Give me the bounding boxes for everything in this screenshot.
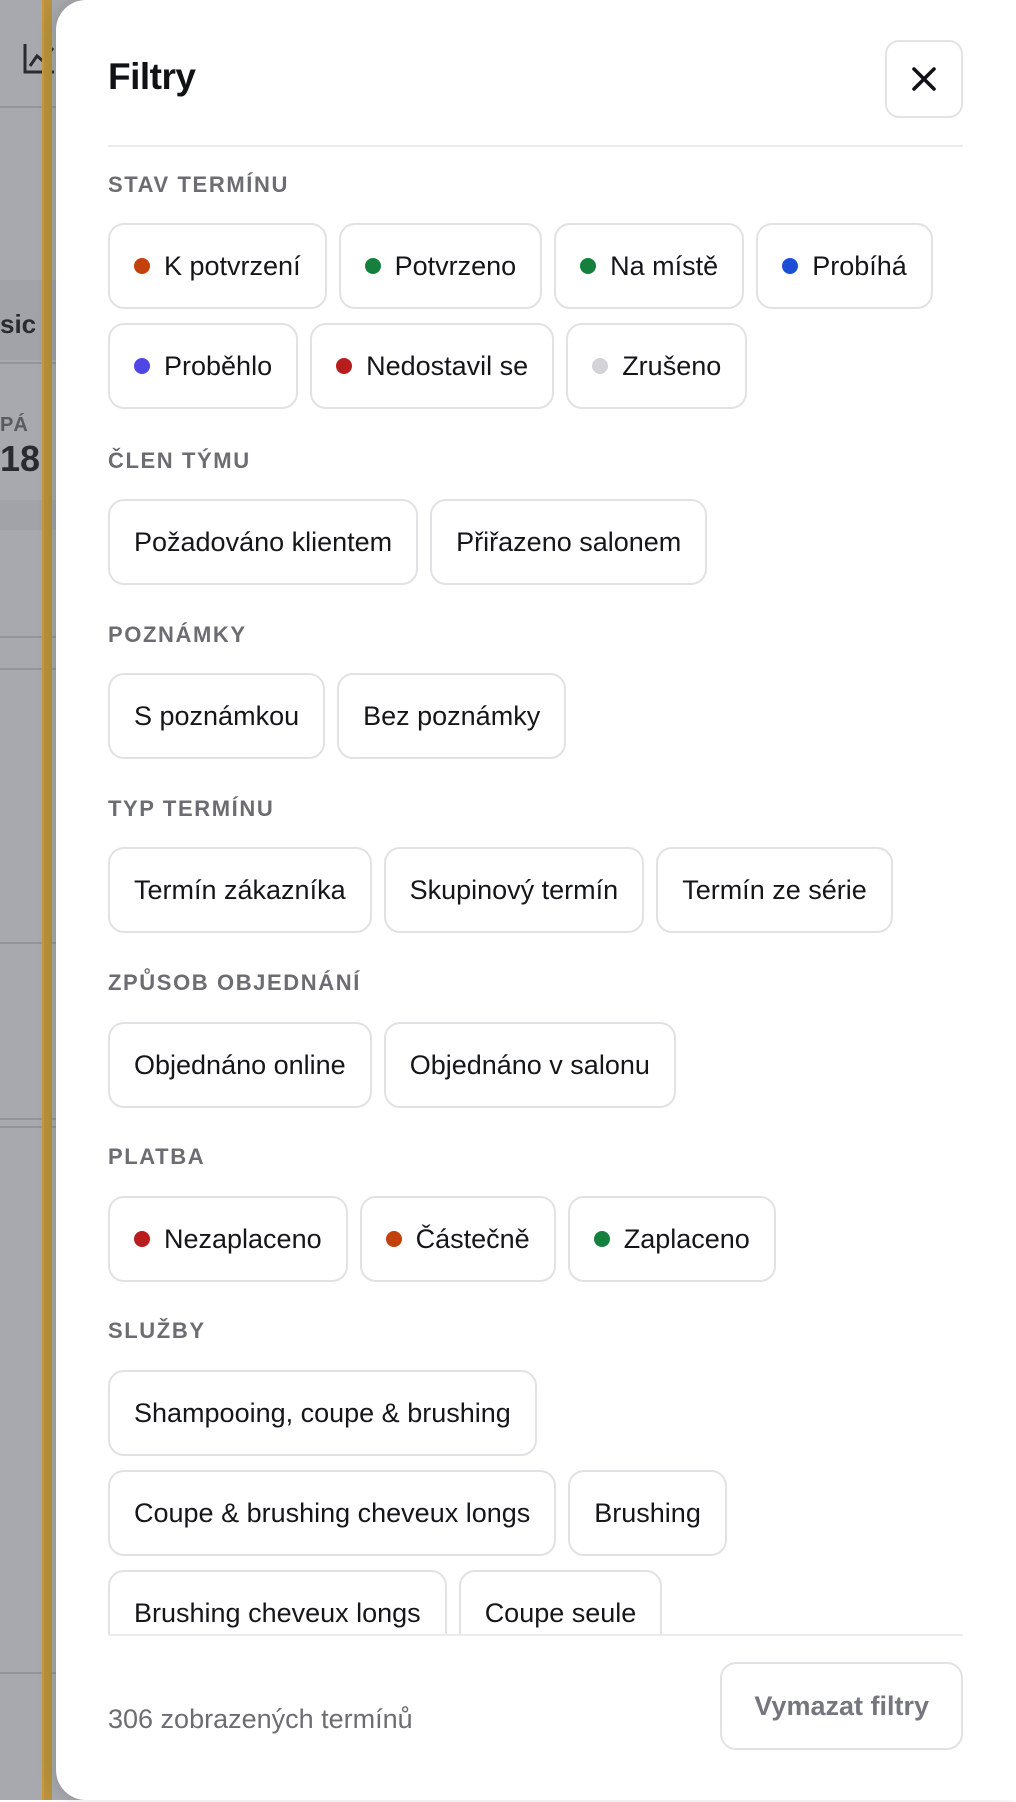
section-title: POZNÁMKY	[108, 622, 247, 647]
filter-chip[interactable]: Termín zákazníka	[108, 847, 372, 933]
close-icon	[912, 67, 936, 91]
filter-chip-row: Brushing cheveux longs Coupe seule	[108, 1570, 663, 1634]
status-dot-icon	[592, 358, 609, 374]
status-dot-icon	[134, 1231, 150, 1247]
filter-chip[interactable]: Coupe & brushing cheveux longs	[108, 1470, 557, 1556]
clear-filters-button[interactable]: Vymazat filtry	[720, 1662, 963, 1750]
status-dot-icon	[385, 1231, 402, 1247]
filter-chip-label: Bez poznámky	[363, 700, 541, 731]
filter-chip-row: Proběhlo Nedostavil se Zrušeno	[108, 323, 748, 409]
filter-chip-label: Coupe & brushing cheveux longs	[134, 1497, 531, 1528]
filter-chip-row: Shampooing, coupe & brushing	[108, 1370, 537, 1456]
filter-chip[interactable]: S poznámkou	[108, 673, 326, 759]
filter-chip[interactable]: Zaplaceno	[567, 1196, 776, 1282]
section-title: TYP TERMÍNU	[108, 796, 275, 821]
filter-chip-row: Objednáno online Objednáno v salonu	[108, 1022, 676, 1108]
filter-chip-label: Termín zákazníka	[134, 874, 346, 905]
status-dot-icon	[782, 258, 799, 274]
filter-chip-row: Požadováno klientem Přiřazeno salonem	[108, 499, 708, 585]
section-title: ČLEN TÝMU	[108, 448, 251, 473]
filter-chip[interactable]: Na místě	[554, 223, 745, 309]
filter-chip-label: Shampooing, coupe & brushing	[134, 1397, 511, 1428]
filter-chip-label: Termín ze série	[682, 874, 867, 905]
filter-chip[interactable]: Termín ze série	[656, 847, 893, 933]
filter-chip[interactable]: K potvrzení	[108, 223, 327, 309]
filter-chip[interactable]: Objednáno v salonu	[383, 1022, 676, 1108]
filter-chip-label: Objednáno online	[134, 1049, 346, 1080]
filter-chip-row: Termín zákazníka Skupinový termín Termín z…	[108, 847, 893, 933]
filter-chip[interactable]: Skupinový termín	[383, 847, 645, 933]
filter-chip-label: Proběhlo	[164, 350, 273, 381]
filter-chip-label: Přiřazeno salonem	[456, 526, 682, 557]
status-dot-icon	[336, 358, 353, 374]
status-dot-icon	[593, 1231, 610, 1247]
filter-chip-row: Coupe & brushing cheveux longs Brushing	[108, 1470, 727, 1556]
filter-chip-label: Potvrzeno	[394, 250, 517, 281]
filter-chip[interactable]: Požadováno klientem	[108, 499, 419, 585]
filter-chip[interactable]: Přiřazeno salonem	[430, 499, 708, 585]
filters-scroll-area[interactable]: STAV TERMÍNU K potvrzení Potvrzeno Na místě…	[108, 148, 968, 1634]
status-dot-icon	[580, 258, 597, 274]
filter-chip[interactable]: Objednáno online	[108, 1022, 372, 1108]
filter-chip-label: Na místě	[610, 250, 719, 281]
filter-chip-label: Zrušeno	[622, 350, 722, 381]
filter-chip[interactable]: Nedostavil se	[310, 323, 555, 409]
filter-chip-label: Brushing cheveux longs	[134, 1597, 421, 1628]
filter-chip[interactable]: Bez poznámky	[337, 673, 567, 759]
results-count: 306 zobrazených termínů	[108, 1704, 413, 1734]
section-title: ZPŮSOB OBJEDNÁNÍ	[108, 970, 361, 995]
filter-chip-label: S poznámkou	[134, 700, 300, 731]
status-dot-icon	[364, 258, 381, 274]
filter-chip-label: Nezaplaceno	[164, 1223, 322, 1254]
filter-chip[interactable]: Zrušeno	[566, 323, 748, 409]
filter-chip-label: Coupe seule	[484, 1597, 637, 1628]
background-accent-bar	[42, 0, 52, 1800]
filter-chip[interactable]: Částečně	[359, 1196, 556, 1282]
status-dot-icon	[134, 358, 150, 374]
background-text-fragment: PÁ	[0, 414, 28, 436]
drawer-title: Filtry	[108, 56, 196, 97]
section-title: STAV TERMÍNU	[108, 172, 289, 197]
filter-chip-label: Nedostavil se	[366, 350, 529, 381]
filter-chip-label: Částečně	[415, 1223, 530, 1254]
filter-chip[interactable]: Probíhá	[756, 223, 933, 309]
drawer-header: Filtry	[108, 40, 963, 147]
filter-chip-row: K potvrzení Potvrzeno Na místě Probíhá	[108, 223, 933, 309]
filter-chip[interactable]: Shampooing, coupe & brushing	[108, 1370, 537, 1456]
close-button[interactable]	[885, 40, 963, 118]
background-text-fragment: sic	[0, 309, 37, 339]
filter-chip-label: Objednáno v salonu	[409, 1049, 650, 1080]
filter-chip-label: Probíhá	[812, 250, 907, 281]
filter-chip-row: S poznámkou Bez poznámky	[108, 673, 567, 759]
filter-chip[interactable]: Brushing cheveux longs	[108, 1570, 447, 1634]
filter-chip[interactable]: Coupe seule	[458, 1570, 663, 1634]
filter-chip-label: Skupinový termín	[409, 874, 619, 905]
filter-chip-label: K potvrzení	[164, 250, 301, 281]
filters-drawer: Filtry STAV TERMÍNU K potvrzení Potvrzeno N…	[56, 0, 1016, 1800]
status-dot-icon	[134, 258, 150, 274]
section-title: SLUŽBY	[108, 1318, 206, 1343]
filter-chip[interactable]: Potvrzeno	[338, 223, 543, 309]
filter-chip-row: Nezaplaceno Částečně Zaplaceno	[108, 1196, 776, 1282]
section-title: PLATBA	[108, 1144, 206, 1169]
filter-chip-label: Zaplaceno	[623, 1223, 750, 1254]
background-text-fragment: 18	[0, 438, 41, 479]
filter-chip[interactable]: Proběhlo	[108, 323, 299, 409]
filter-chip[interactable]: Nezaplaceno	[108, 1196, 348, 1282]
drawer-footer: 306 zobrazených termínů Vymazat filtry	[108, 1634, 963, 1802]
filter-chip-label: Brushing	[594, 1497, 701, 1528]
filter-chip[interactable]: Brushing	[568, 1470, 727, 1556]
filter-chip-label: Požadováno klientem	[134, 526, 393, 557]
